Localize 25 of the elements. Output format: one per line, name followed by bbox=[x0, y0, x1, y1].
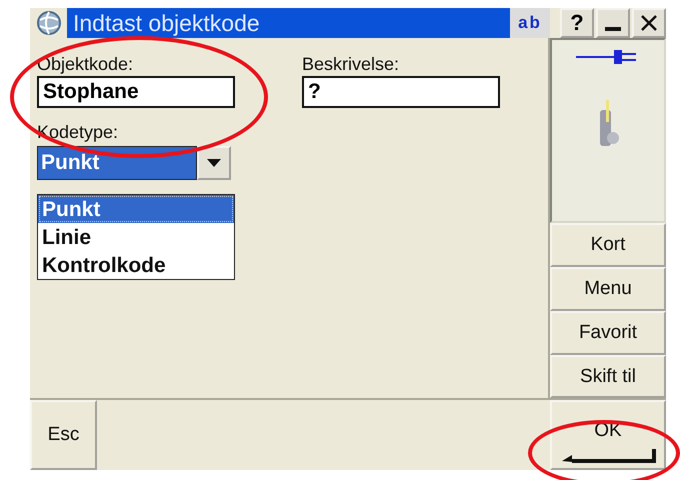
window-title: Indtast objektkode bbox=[67, 8, 510, 38]
dropdown-value[interactable]: Punkt bbox=[37, 146, 197, 180]
text-field[interactable]: Stophane bbox=[37, 76, 235, 108]
minimize-icon bbox=[605, 27, 621, 32]
minimize-button[interactable] bbox=[596, 8, 630, 38]
help-button[interactable]: ? bbox=[560, 8, 594, 38]
dropdown-button[interactable] bbox=[197, 146, 231, 180]
side-button[interactable]: Favorit bbox=[550, 310, 666, 355]
caret-icon bbox=[207, 159, 221, 168]
side-button[interactable]: Kort bbox=[550, 223, 666, 268]
dropdown-option[interactable]: Kontrolkode bbox=[38, 251, 234, 280]
esc-button[interactable]: Esc bbox=[30, 400, 97, 470]
field-label: Kodetype: bbox=[37, 122, 120, 144]
text-field[interactable]: ? bbox=[302, 76, 500, 108]
close-icon bbox=[641, 15, 657, 32]
dropdown-option[interactable]: Linie bbox=[38, 223, 234, 252]
close-button[interactable] bbox=[632, 8, 666, 38]
field-label: Beskrivelse: bbox=[302, 54, 400, 76]
enter-icon bbox=[562, 449, 656, 463]
dropdown-option[interactable]: Punkt bbox=[38, 195, 234, 224]
field-label: Objektkode: bbox=[37, 54, 134, 76]
input-mode-indicator[interactable]: ab bbox=[510, 8, 550, 38]
side-button[interactable]: Menu bbox=[550, 267, 666, 311]
side-button[interactable]: Skift til bbox=[550, 354, 666, 398]
globe-icon bbox=[34, 10, 64, 36]
